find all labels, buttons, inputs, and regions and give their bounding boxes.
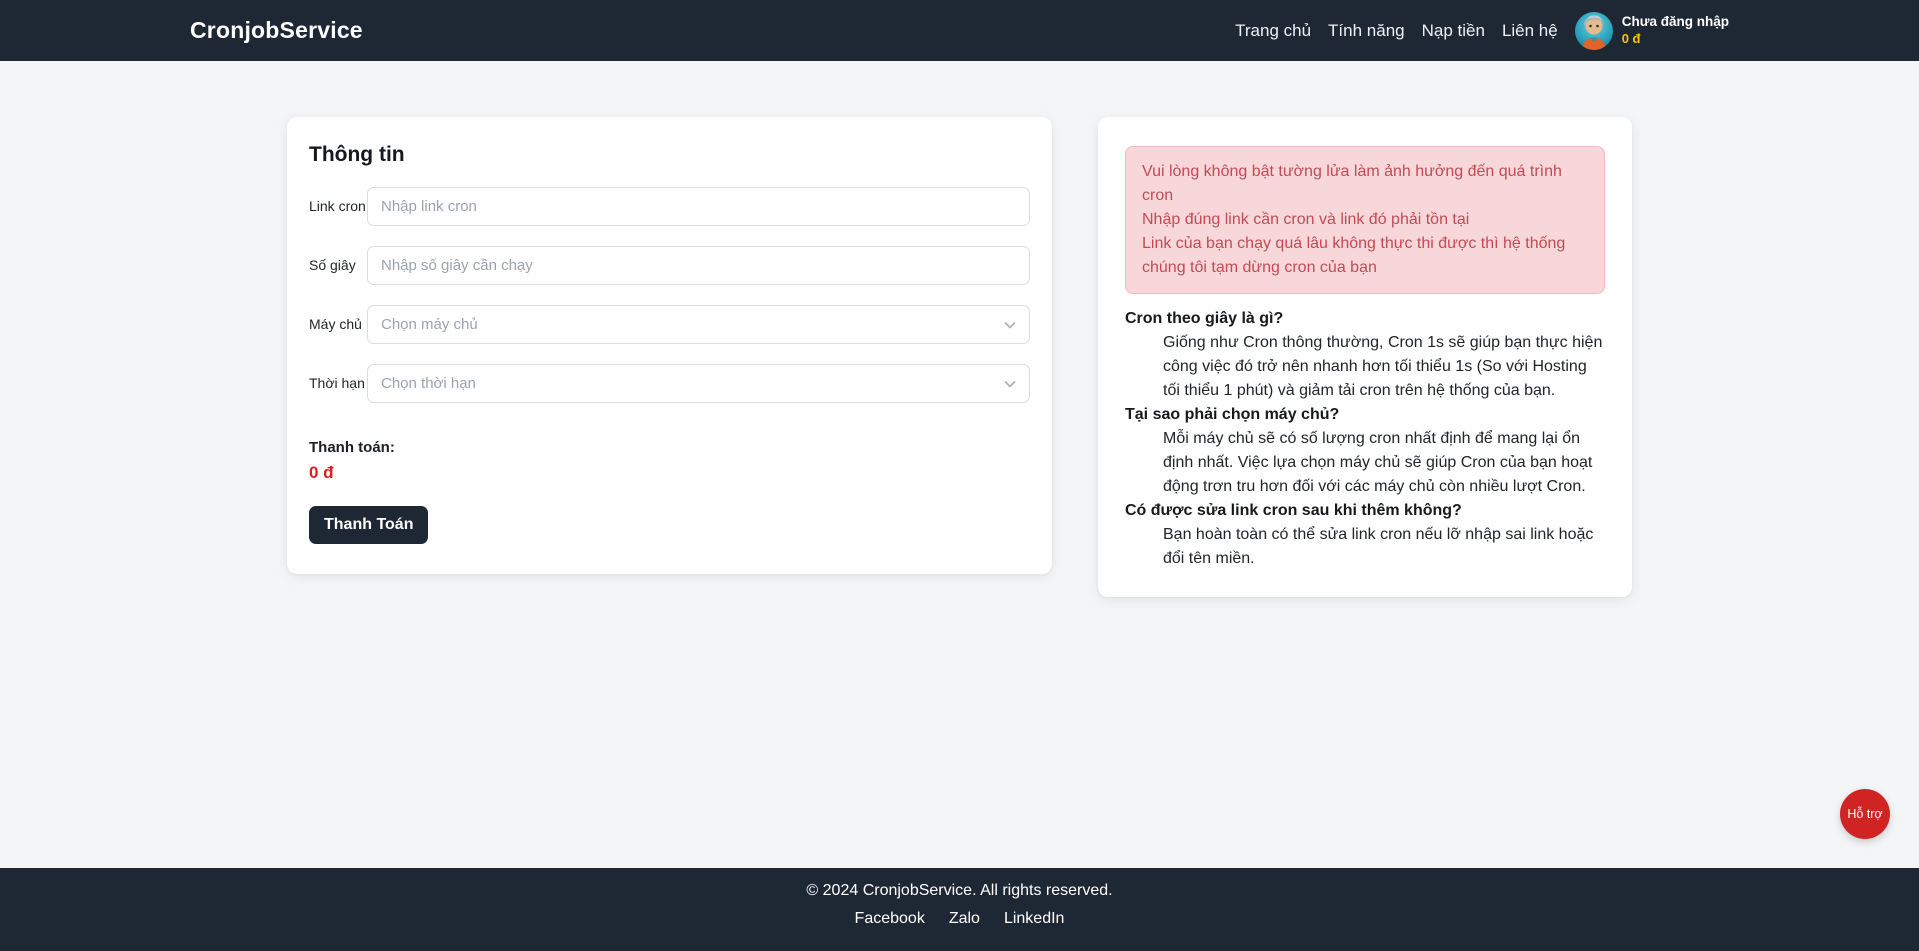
top-navbar: CronjobService Trang chủ Tính năng Nạp t…	[0, 0, 1919, 61]
navbar-right: Trang chủ Tính năng Nạp tiền Liên hệ Chư…	[1235, 12, 1729, 50]
footer-link-zalo[interactable]: Zalo	[949, 910, 980, 928]
login-status: Chưa đăng nhập	[1622, 14, 1729, 31]
user-box[interactable]: Chưa đăng nhập 0 đ	[1575, 12, 1729, 50]
server-label: Máy chủ	[309, 316, 367, 333]
main-content: Thông tin Link cron Số giây Máy chủ Chọn…	[0, 61, 1919, 868]
faq-answer: Giống như Cron thông thường, Cron 1s sẽ …	[1163, 331, 1605, 403]
seconds-input[interactable]	[367, 246, 1030, 285]
faq-question: Có được sửa link cron sau khi thêm không…	[1125, 499, 1605, 523]
duration-label: Thời hạn	[309, 375, 367, 392]
nav-item-home[interactable]: Trang chủ	[1235, 15, 1311, 46]
avatar-illustration	[1575, 12, 1613, 50]
pay-button[interactable]: Thanh Toán	[309, 506, 428, 544]
server-select[interactable]: Chọn máy chủ	[367, 305, 1030, 344]
content-row: Thông tin Link cron Số giây Máy chủ Chọn…	[287, 117, 1632, 597]
cron-form-card: Thông tin Link cron Số giây Máy chủ Chọn…	[287, 117, 1052, 574]
duration-select-wrap: Chọn thời hạn	[367, 364, 1030, 403]
copyright-text: © 2024 CronjobService. All rights reserv…	[0, 882, 1919, 900]
user-meta: Chưa đăng nhập 0 đ	[1622, 14, 1729, 47]
link-cron-input[interactable]	[367, 187, 1030, 226]
form-row-link-cron: Link cron	[309, 187, 1030, 226]
faq-list: Cron theo giây là gì? Giống như Cron thô…	[1125, 307, 1605, 571]
user-avatar[interactable]	[1575, 12, 1613, 50]
nav-item-features[interactable]: Tính năng	[1328, 15, 1405, 46]
form-row-seconds: Số giây	[309, 246, 1030, 285]
alert-line: Link của bạn chạy quá lâu không thực thi…	[1142, 232, 1588, 280]
seconds-label: Số giây	[309, 257, 367, 274]
warning-alert: Vui lòng không bật tường lửa làm ảnh hưở…	[1125, 146, 1605, 294]
faq-answer: Bạn hoàn toàn có thể sửa link cron nếu l…	[1163, 523, 1605, 571]
nav-item-contact[interactable]: Liên hệ	[1502, 15, 1558, 46]
footer-link-facebook[interactable]: Facebook	[855, 910, 925, 928]
alert-line: Nhập đúng link cần cron và link đó phải …	[1142, 208, 1588, 232]
faq-question: Tại sao phải chọn máy chủ?	[1125, 403, 1605, 427]
nav-links: Trang chủ Tính năng Nạp tiền Liên hệ	[1235, 21, 1558, 41]
link-cron-label: Link cron	[309, 198, 367, 215]
payment-amount: 0 đ	[309, 463, 1030, 483]
nav-item-topup[interactable]: Nạp tiền	[1422, 15, 1485, 46]
form-row-duration: Thời hạn Chọn thời hạn	[309, 364, 1030, 403]
footer-link-linkedin[interactable]: LinkedIn	[1004, 910, 1065, 928]
faq-answer: Mỗi máy chủ sẽ có số lượng cron nhất địn…	[1163, 427, 1605, 499]
duration-select[interactable]: Chọn thời hạn	[367, 364, 1030, 403]
alert-line: Vui lòng không bật tường lửa làm ảnh hưở…	[1142, 160, 1588, 208]
footer-links: Facebook Zalo LinkedIn	[0, 910, 1919, 928]
server-select-wrap: Chọn máy chủ	[367, 305, 1030, 344]
page-footer: © 2024 CronjobService. All rights reserv…	[0, 868, 1919, 951]
brand-logo[interactable]: CronjobService	[190, 17, 363, 44]
support-button[interactable]: Hỗ trợ	[1840, 789, 1890, 839]
form-card-title: Thông tin	[309, 143, 1030, 167]
form-row-server: Máy chủ Chọn máy chủ	[309, 305, 1030, 344]
faq-question: Cron theo giây là gì?	[1125, 307, 1605, 331]
info-card: Vui lòng không bật tường lửa làm ảnh hưở…	[1098, 117, 1632, 597]
payment-label: Thanh toán:	[309, 439, 1030, 456]
balance-amount: 0 đ	[1622, 31, 1729, 47]
